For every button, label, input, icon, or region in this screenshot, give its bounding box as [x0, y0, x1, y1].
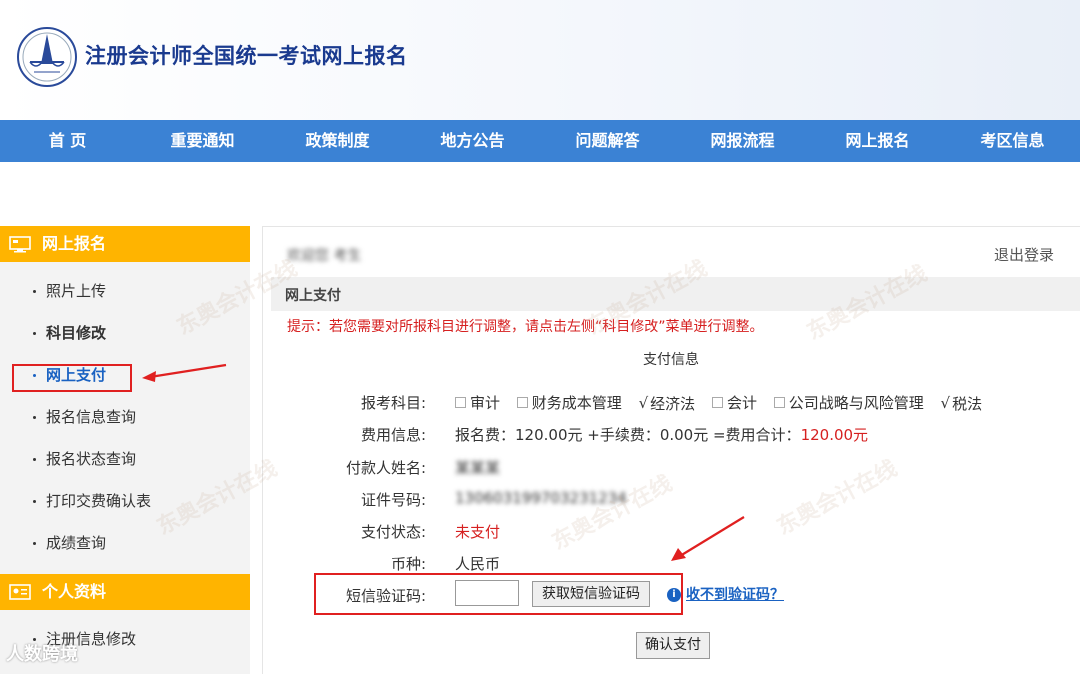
checkbox-icon [773, 397, 785, 408]
sidebar-section-title: 个人资料 [42, 582, 107, 601]
user-greeting: 欢迎您 考生 [287, 248, 362, 264]
monitor-icon [9, 236, 31, 253]
checkbox-icon [455, 397, 466, 408]
checkbox-icon [711, 397, 723, 408]
logout-link[interactable]: 退出登录 [994, 244, 1054, 265]
payment-status: 未支付 [455, 523, 501, 541]
payment-info-title: 支付信息 [643, 352, 699, 368]
section-header: 网上支付 [271, 277, 1080, 311]
sms-code-input[interactable] [455, 580, 519, 606]
subjects-list: 审计 财务成本管理 √ 经济法 会计 公司战略与风险管理 √ 税法 [455, 392, 994, 414]
section-title: 网上支付 [285, 288, 341, 304]
sidebar-item-print-confirmation[interactable]: 打印交费确认表 [0, 480, 250, 522]
nav-local-announcements[interactable]: 地方公告 [405, 120, 540, 162]
currency-label: 币种: [390, 555, 426, 573]
payer-label: 付款人姓名: [345, 459, 426, 477]
sidebar-section-title: 网上报名 [42, 234, 107, 253]
checkmark-icon: √ [638, 394, 649, 412]
subject-financial-management: 财务成本管理 [516, 392, 622, 413]
sidebar-item-registration-query[interactable]: 报名信息查询 [0, 396, 250, 438]
nav-exam-area-info[interactable]: 考区信息 [945, 120, 1080, 162]
id-card-icon [9, 584, 31, 600]
fee-text: 报名费：120.00元 +手续费：0.00元 =费用合计： [455, 426, 801, 444]
subject-tax-law: √ 税法 [940, 394, 983, 413]
fee-info: 报名费：120.00元 +手续费：0.00元 =费用合计：120.00元 [455, 424, 868, 445]
highlight-box-payment [12, 364, 132, 392]
nav-home[interactable]: 首 页 [0, 120, 135, 162]
sidebar-item-subject-edit[interactable]: 科目修改 [0, 312, 250, 354]
sidebar-menu: 照片上传 科目修改 网上支付 报名信息查询 报名状态查询 打印交费确认表 成绩查… [0, 262, 250, 574]
id-label: 证件号码: [360, 491, 426, 509]
checkbox-icon [516, 397, 528, 408]
status-label: 支付状态: [360, 523, 426, 541]
sidebar-item-photo-upload[interactable]: 照片上传 [0, 270, 250, 312]
nav-process[interactable]: 网报流程 [675, 120, 810, 162]
nav-faq[interactable]: 问题解答 [540, 120, 675, 162]
currency-value: 人民币 [455, 555, 501, 573]
site-title: 注册会计师全国统一考试网上报名 [85, 44, 408, 68]
subject-accounting: 会计 [711, 392, 757, 413]
cicpa-logo-icon [17, 27, 77, 87]
tip-message: 提示：若您需要对所报科目进行调整，请点击左侧“科目修改”菜单进行调整。 [287, 319, 764, 335]
corner-watermark: 人数跨境 [6, 644, 78, 665]
main-content: 欢迎您 考生 退出登录 网上支付 提示：若您需要对所报科目进行调整，请点击左侧“… [262, 226, 1080, 674]
subjects-label: 报考科目: [360, 394, 426, 412]
nav-online-registration[interactable]: 网上报名 [810, 120, 945, 162]
subject-audit: 审计 [455, 392, 500, 413]
fee-total: 120.00元 [800, 426, 869, 444]
checkmark-icon: √ [940, 394, 951, 412]
payer-name: 某某某 [455, 459, 501, 477]
subject-strategy-risk: 公司战略与风险管理 [773, 392, 924, 413]
get-sms-code-button[interactable]: 获取短信验证码 [532, 581, 650, 607]
nav-policies[interactable]: 政策制度 [270, 120, 405, 162]
confirm-payment-button[interactable]: 确认支付 [636, 632, 710, 659]
subject-economic-law: √ 经济法 [638, 394, 696, 413]
sidebar: 网上报名 照片上传 科目修改 网上支付 报名信息查询 报名状态查询 打印交费确认… [0, 226, 250, 674]
main-nav: 首 页 重要通知 政策制度 地方公告 问题解答 网报流程 网上报名 考区信息 [0, 120, 1080, 162]
fee-label: 费用信息: [360, 426, 426, 444]
site-header: 注册会计师全国统一考试网上报名 [0, 0, 1080, 120]
sms-help-link[interactable]: 收不到验证码？ [686, 584, 784, 604]
sidebar-section-registration: 网上报名 [0, 226, 250, 262]
nav-notices[interactable]: 重要通知 [135, 120, 270, 162]
sidebar-item-score-query[interactable]: 成绩查询 [0, 522, 250, 564]
id-number: 130603199703231234 [455, 489, 627, 507]
sidebar-item-status-query[interactable]: 报名状态查询 [0, 438, 250, 480]
info-icon: i [667, 588, 681, 602]
sms-label: 短信验证码: [345, 587, 426, 605]
sidebar-section-profile: 个人资料 [0, 574, 250, 610]
